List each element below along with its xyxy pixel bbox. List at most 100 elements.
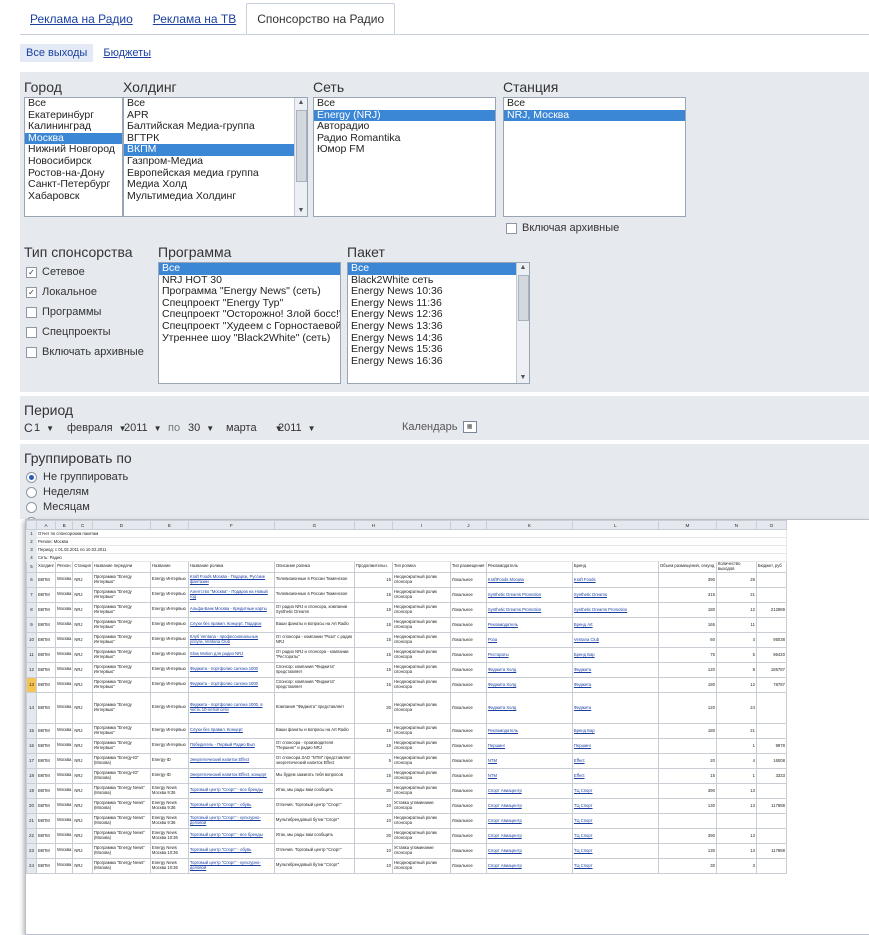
table-cell[interactable]: 15 (353, 571, 393, 588)
column-header[interactable]: B (55, 520, 74, 530)
list-item[interactable]: Все (159, 263, 340, 275)
list-item[interactable]: Energy News 13:36 (348, 320, 517, 333)
table-cell[interactable]: 3 (715, 857, 757, 874)
sponsorship-option-checkbox[interactable]: Программы (26, 306, 101, 318)
city-listbox[interactable]: Все Екатеринбург Калининград Москва Нижний Н… (24, 97, 123, 217)
row-number[interactable]: 1 (26, 529, 37, 538)
table-header-cell[interactable]: Описание ролика (273, 561, 355, 573)
table-cell[interactable]: ВКПМ (35, 857, 57, 874)
table-cell[interactable]: Москва (55, 601, 74, 618)
table-cell[interactable]: 11 (715, 616, 757, 633)
table-cell[interactable]: NRJ (72, 586, 93, 603)
list-item[interactable]: Санкт-Петербург (25, 179, 122, 191)
table-cell[interactable]: Слухи без правил. Концерт. Подарок (187, 616, 275, 633)
table-cell[interactable]: Москва (55, 857, 74, 874)
table-cell[interactable]: Synthetic Dreams Promotion (485, 601, 573, 618)
column-header[interactable]: O (755, 520, 787, 530)
table-cell[interactable]: ВКПМ (35, 661, 57, 678)
table-cell[interactable]: Спорт Авиацентр (485, 797, 573, 814)
column-header[interactable]: K (485, 520, 573, 530)
table-cell[interactable]: 13 (715, 797, 757, 814)
row-number[interactable]: 19 (26, 782, 37, 799)
table-cell[interactable]: Неоднократный ролик спонсора (391, 752, 451, 769)
table-cell[interactable]: ВКПМ (35, 782, 57, 799)
table-cell[interactable]: ВКПМ (35, 631, 57, 648)
table-cell[interactable]: Программа "Energy Интервью" (91, 616, 151, 633)
table-cell[interactable]: Уставка упоминание спонсора (391, 797, 451, 814)
table-cell[interactable]: 15 (353, 601, 393, 618)
scroll-up-icon[interactable]: ▲ (295, 98, 307, 108)
table-row[interactable]: 6 ВКПМ Москва NRJ Программа "Energy Интервью… (26, 571, 787, 588)
table-cell[interactable]: От радио NRJ и спонсора - компании "Рест… (273, 646, 355, 663)
include-archive-checkbox[interactable]: Включая архивные (506, 222, 619, 234)
table-cell[interactable]: NRJ (72, 857, 93, 874)
column-header[interactable]: D (91, 520, 151, 530)
year-to-select[interactable]: 2011 ▼ (278, 422, 316, 434)
table-row[interactable]: 14 ВКПМ Москва NRJ Программа "Energy Интервь… (26, 691, 787, 724)
year-from-select[interactable]: 2011 ▼ (124, 422, 162, 434)
table-cell[interactable]: Москва (55, 827, 74, 844)
table-header-cell[interactable]: Название передачи (91, 561, 151, 573)
report-info-cell[interactable]: Период: с 01.02.2011 по 10.02.2011 (36, 545, 787, 554)
table-cell[interactable]: Торговый центр "Спорт" - культурно-делов… (187, 812, 275, 829)
table-cell[interactable]: 3333 (755, 767, 787, 784)
table-cell[interactable]: 180 (657, 676, 717, 693)
row-number[interactable]: 4 (26, 553, 37, 562)
row-number[interactable]: 23 (26, 842, 37, 859)
table-cell[interactable]: Телевизионные в России Тюменское (273, 571, 355, 588)
table-cell[interactable]: Energy Интервью (149, 586, 189, 603)
table-cell[interactable]: 15 (353, 646, 393, 663)
table-cell[interactable]: Победитель - Первый Радио Вып (187, 737, 275, 754)
table-cell[interactable]: Спорт Авиацентр (485, 857, 573, 874)
table-cell[interactable]: Рестораты (485, 646, 573, 663)
table-header-cell[interactable]: Бюджет, руб (755, 561, 787, 573)
table-cell[interactable]: ВКПМ (35, 722, 57, 739)
table-cell[interactable]: Программа "Energy Интервью" (91, 646, 151, 663)
table-cell[interactable]: Энергетический напиток Effect, концерт (187, 767, 275, 784)
table-cell[interactable]: ВКПМ (35, 842, 57, 859)
row-number[interactable]: 24 (26, 857, 37, 874)
table-cell[interactable]: Бренд Бар (571, 722, 659, 739)
table-cell[interactable]: Energy-ID (149, 752, 189, 769)
table-cell[interactable]: Спонсор: компания "Фиджита" представляет (273, 661, 355, 678)
table-cell[interactable]: Energy Интервью (149, 631, 189, 648)
row-number[interactable]: 15 (26, 722, 37, 739)
table-cell[interactable]: Synthetic Dreams Promotion (485, 586, 573, 603)
table-cell[interactable]: Программа "Energy Интервью" (91, 586, 151, 603)
table-cell[interactable]: ВКПМ (35, 616, 57, 633)
table-row[interactable]: 9 ВКПМ Москва NRJ Программа "Energy Интервью… (26, 616, 787, 633)
table-cell[interactable]: Energy Интервью (149, 616, 189, 633)
table-cell[interactable]: 180 (657, 722, 717, 739)
table-cell[interactable]: Неоднократный ролик спонсора (391, 616, 451, 633)
table-cell[interactable]: Фиджита Холд (485, 676, 573, 693)
table-cell[interactable]: Локальное (449, 752, 487, 769)
table-cell[interactable]: Программа "Energy Интервью" (91, 676, 151, 693)
scroll-thumb[interactable] (518, 275, 529, 321)
table-cell[interactable]: ВКПМ (35, 752, 57, 769)
table-cell[interactable]: 1 (715, 737, 757, 754)
table-cell[interactable]: NRJ (72, 782, 93, 799)
row-number[interactable]: 14 (26, 691, 37, 724)
column-header[interactable]: F (187, 520, 275, 530)
table-cell[interactable]: Slow Motion для радио NRJ (187, 646, 275, 663)
table-cell[interactable]: 16008 (755, 752, 787, 769)
table-row[interactable]: 21 ВКПМ Москва NRJ Программа "Energy News" (… (26, 812, 787, 829)
table-cell[interactable]: 15 (353, 737, 393, 754)
grouping-option-radio[interactable]: Месяцам (26, 501, 90, 513)
table-cell[interactable]: 21 (715, 586, 757, 603)
scroll-thumb[interactable] (296, 110, 307, 182)
table-cell[interactable]: Локальное (449, 722, 487, 739)
table-cell[interactable]: Фиджита Холд (485, 661, 573, 678)
table-cell[interactable]: Рекламодатель (485, 616, 573, 633)
table-cell[interactable]: Неоднократный ролик спонсора (391, 646, 451, 663)
column-header[interactable]: E (149, 520, 189, 530)
table-cell[interactable]: Программа "Energy Интервью" (91, 737, 151, 754)
tab-tv-ads[interactable]: Реклама на ТВ (143, 4, 246, 34)
table-header-cell[interactable]: Станция (72, 561, 93, 573)
list-item[interactable]: Медиа Холд (124, 179, 295, 191)
row-number[interactable]: 13 (26, 676, 37, 693)
table-row[interactable]: 12 ВКПМ Москва NRJ Программа "Energy Интервь… (26, 661, 787, 678)
sponsorship-option-checkbox[interactable]: ✓ Сетевое (26, 266, 85, 278)
table-cell[interactable]: Локальное (449, 661, 487, 678)
column-header[interactable]: A (35, 520, 57, 530)
